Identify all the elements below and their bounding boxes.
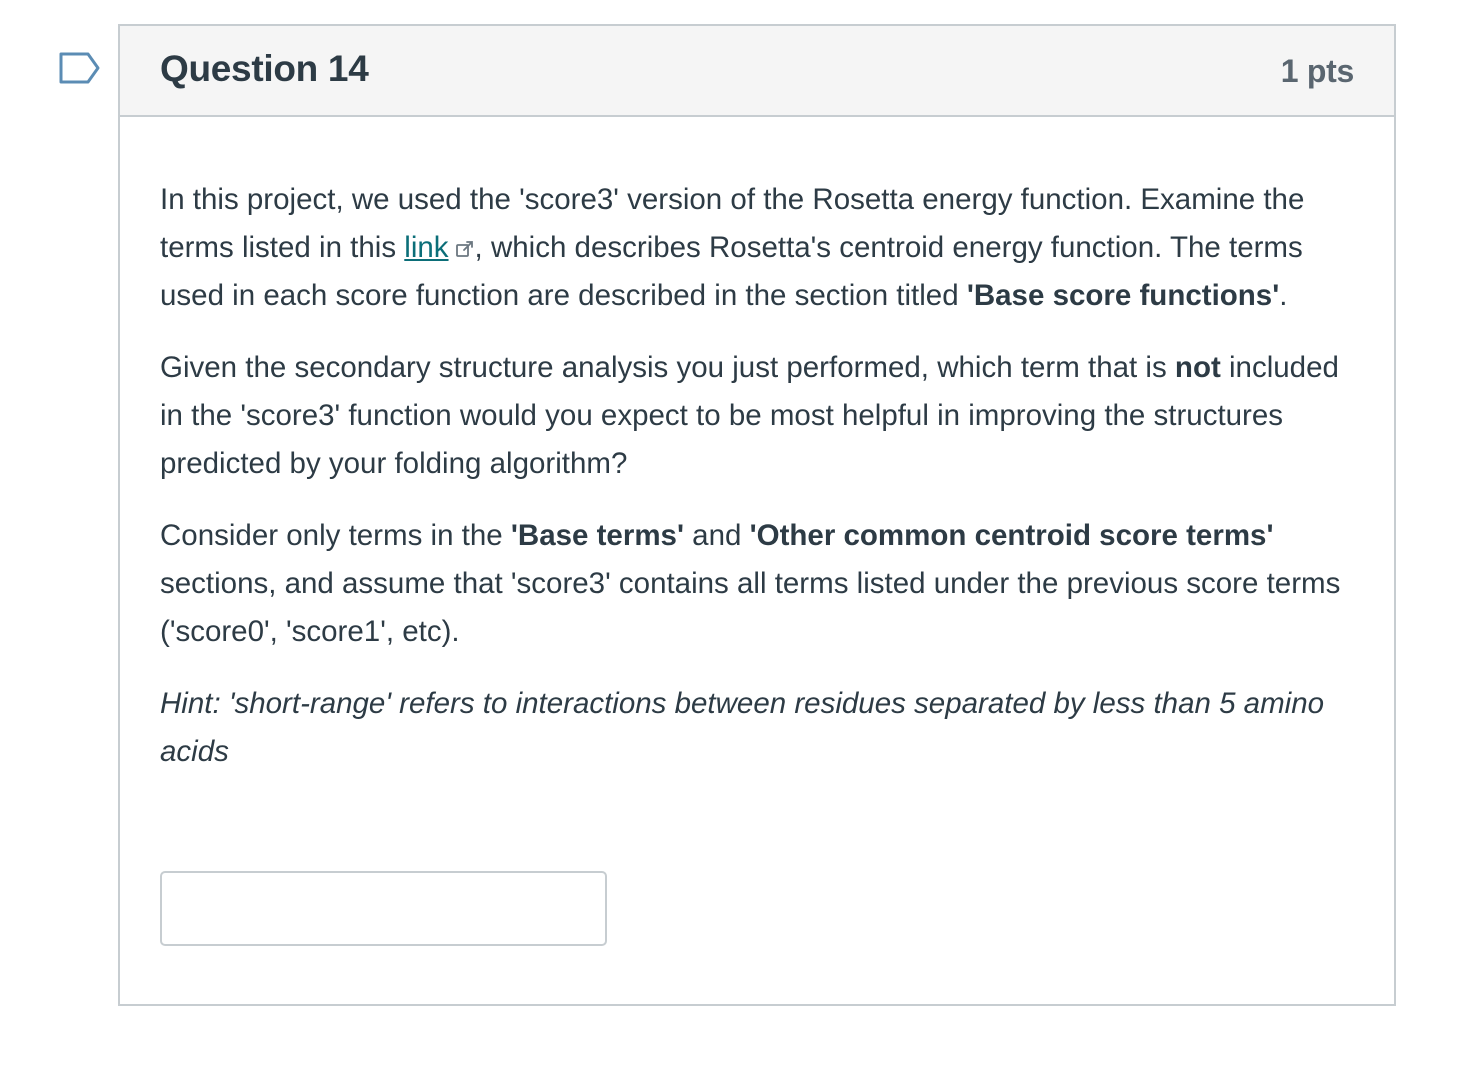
question-card: Question 14 1 pts In this project, we us… bbox=[118, 24, 1396, 1006]
question-paragraph-1: In this project, we used the 'score3' ve… bbox=[160, 176, 1360, 320]
flag-question-button[interactable] bbox=[58, 50, 102, 86]
question-header: Question 14 1 pts bbox=[120, 26, 1394, 117]
p2-bold-not: not bbox=[1174, 351, 1221, 384]
p3-text-1: Consider only terms in the bbox=[160, 519, 511, 552]
hint-text: Hint: 'short-range' refers to interactio… bbox=[160, 687, 1325, 768]
question-points: 1 pts bbox=[1280, 53, 1355, 89]
rosetta-link[interactable]: link bbox=[404, 231, 448, 264]
question-title: Question 14 bbox=[160, 48, 369, 89]
p3-bold-base-terms: 'Base terms' bbox=[510, 519, 684, 552]
p1-bold-section: 'Base score functions' bbox=[966, 279, 1280, 312]
p2-text-before: Given the secondary structure analysis y… bbox=[160, 351, 1175, 384]
answer-input[interactable] bbox=[160, 871, 607, 946]
question-paragraph-2: Given the secondary structure analysis y… bbox=[160, 344, 1360, 488]
p3-text-2: and bbox=[683, 519, 750, 552]
p3-text-3: sections, and assume that 'score3' conta… bbox=[160, 567, 1341, 648]
question-paragraph-3: Consider only terms in the 'Base terms' … bbox=[160, 512, 1360, 656]
question-text: In this project, we used the 'score3' ve… bbox=[160, 176, 1360, 800]
external-link-icon bbox=[455, 241, 473, 257]
bookmark-flag-icon bbox=[59, 52, 100, 84]
p3-bold-other-terms: 'Other common centroid score terms' bbox=[749, 519, 1274, 552]
p1-end: . bbox=[1279, 279, 1288, 312]
